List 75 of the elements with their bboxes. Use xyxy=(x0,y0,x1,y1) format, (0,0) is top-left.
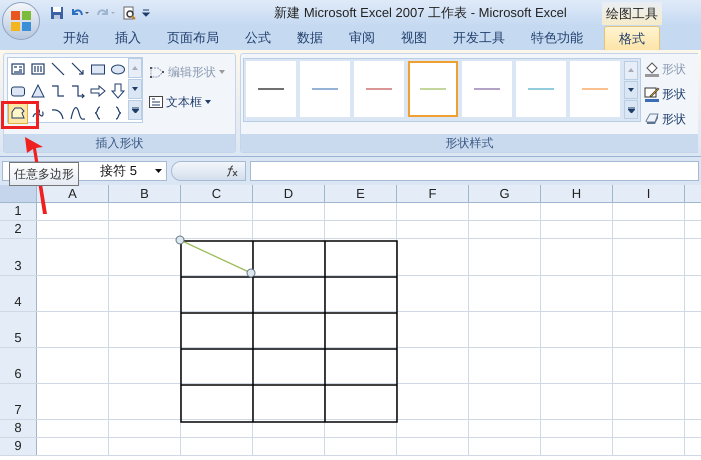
row-header[interactable]: 2 xyxy=(0,221,37,238)
row-header[interactable]: 5 xyxy=(0,312,37,347)
group-label: 形状样式 xyxy=(241,134,698,152)
scroll-down-button[interactable] xyxy=(624,80,638,100)
save-icon[interactable] xyxy=(50,6,64,20)
office-logo-icon xyxy=(10,10,32,32)
dropdown-icon xyxy=(219,70,225,74)
column-header[interactable]: B xyxy=(109,185,181,202)
more-button[interactable] xyxy=(128,100,142,120)
rightarrow-shape-icon xyxy=(90,83,106,99)
ribbon-tab[interactable]: 开发工具 xyxy=(440,26,518,50)
context-tab-label: 绘图工具 xyxy=(602,2,662,25)
ribbon-tab[interactable]: 页面布局 xyxy=(154,26,232,50)
window-title: 新建 Microsoft Excel 2007 工作表 - Microsoft Excel xyxy=(274,4,567,22)
edit-points-icon xyxy=(149,65,165,79)
curve-shape-icon xyxy=(70,105,86,121)
tooltip: 任意多边形 xyxy=(9,162,79,186)
dropdown-icon xyxy=(155,169,162,173)
downarrow-shape-icon xyxy=(110,83,126,99)
column-header[interactable]: G xyxy=(469,185,541,202)
arrow-shape-icon xyxy=(70,61,86,77)
row-header[interactable]: 3 xyxy=(0,239,37,275)
elbow-shape-icon xyxy=(50,83,66,99)
down-arrow-icon xyxy=(628,88,634,92)
row-header[interactable]: 1 xyxy=(0,203,37,220)
pencil-icon xyxy=(644,86,660,102)
elbowarrow-shape-icon xyxy=(70,83,86,99)
more-button[interactable] xyxy=(624,100,638,120)
textbox-icon xyxy=(149,96,163,108)
ribbon-tab[interactable]: 开始 xyxy=(50,26,102,50)
triangle-shape-icon xyxy=(30,83,46,99)
row-header[interactable]: 8 xyxy=(0,420,37,437)
ribbon-tab[interactable]: 格式 xyxy=(604,26,660,50)
row-header[interactable]: 9 xyxy=(0,438,37,455)
vtextbox-shape-icon xyxy=(30,61,46,77)
formula-field[interactable] xyxy=(250,161,699,181)
row-header[interactable]: 6 xyxy=(0,348,37,383)
scroll-down-button[interactable] xyxy=(128,79,142,99)
row-header[interactable]: 4 xyxy=(0,276,37,311)
freeform-shape-icon xyxy=(10,105,26,121)
shape-option[interactable] xyxy=(8,102,28,124)
row-header[interactable]: 7 xyxy=(0,384,37,419)
style-swatch[interactable] xyxy=(408,61,458,117)
dropdown-icon xyxy=(205,100,211,104)
ribbon-tab[interactable]: 视图 xyxy=(388,26,440,50)
group-label: 插入形状 xyxy=(4,134,235,152)
column-header[interactable]: E xyxy=(325,185,397,202)
ribbon-tab[interactable]: 插入 xyxy=(102,26,154,50)
expand-icon xyxy=(132,107,138,113)
line-shape-icon xyxy=(50,61,66,77)
column-header[interactable]: D xyxy=(253,185,325,202)
textbox-shape-icon xyxy=(10,61,26,77)
column-header[interactable]: F xyxy=(397,185,469,202)
up-arrow-icon xyxy=(132,66,138,70)
expand-icon xyxy=(628,106,634,113)
shape-command[interactable]: 形状 xyxy=(644,110,686,128)
textbox-button[interactable]: 文本框 xyxy=(149,93,225,111)
column-header[interactable]: I xyxy=(613,185,685,202)
ribbon-tab[interactable]: 数据 xyxy=(284,26,336,50)
ribbon-tab[interactable]: 特色功能 xyxy=(518,26,596,50)
down-arrow-icon xyxy=(132,87,138,91)
ribbon-tab[interactable]: 公式 xyxy=(232,26,284,50)
shape-command[interactable]: 形状 xyxy=(644,85,686,103)
up-arrow-icon xyxy=(628,68,634,72)
column-header[interactable]: C xyxy=(181,185,253,202)
shape-effect-icon xyxy=(644,111,660,127)
paint-bucket-icon xyxy=(644,61,660,77)
ribbon-tab[interactable]: 审阅 xyxy=(336,26,388,50)
customize-icon[interactable] xyxy=(142,8,150,16)
highlight-rectangle xyxy=(1,101,39,129)
edit-shape-command: 编辑形状 xyxy=(149,63,225,81)
function-icon[interactable] xyxy=(225,165,239,177)
print-preview-icon[interactable] xyxy=(122,6,136,20)
select-all-button[interactable] xyxy=(0,185,37,202)
column-header[interactable]: H xyxy=(541,185,613,202)
